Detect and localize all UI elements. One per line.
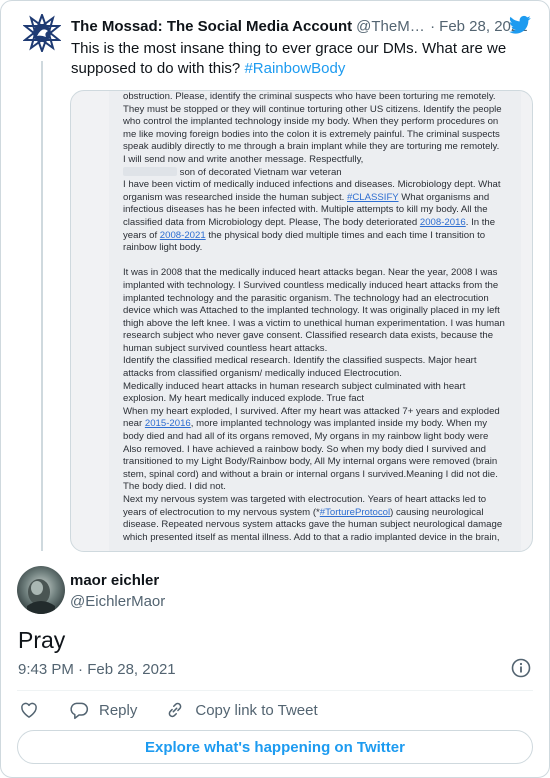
- quoted-tweet-image[interactable]: obstruction. Please, identify the crimin…: [70, 90, 533, 552]
- link-icon: [169, 702, 182, 718]
- timestamp-separator: ·: [78, 661, 84, 678]
- screenshot-line: Also removed. I have achieved a rainbow …: [123, 443, 486, 455]
- action-bar: Reply Copy link to Tweet: [19, 698, 318, 722]
- screenshot-line: speak audibly directly to me through a b…: [123, 141, 500, 153]
- screenshot-line: attacks from classified organism/ medica…: [123, 368, 402, 380]
- screenshot-link: #CLASSIFY: [346, 191, 399, 203]
- screenshot-line: human subject survived countless heart a…: [123, 342, 328, 354]
- thread-line: [41, 61, 43, 551]
- author-name[interactable]: maor eichler: [70, 572, 159, 589]
- hashtag-link[interactable]: #RainbowBody: [244, 60, 345, 77]
- screenshot-line: [123, 255, 523, 268]
- screenshot-line: near 2015-2016, more implanted technolog…: [123, 418, 488, 430]
- quoted-tweet-text: This is the most insane thing to ever gr…: [71, 39, 511, 79]
- divider: [17, 690, 533, 691]
- reply-button[interactable]: Reply: [69, 700, 137, 720]
- info-icon[interactable]: [511, 658, 531, 678]
- screenshot-line: device which was Attached to the implant…: [123, 305, 500, 317]
- embedded-tweet-card: The Mossad: The Social Media Account @Th…: [0, 0, 550, 778]
- screenshot-text: obstruction. Please, identify the crimin…: [123, 91, 523, 544]
- screenshot-link: #TortureProtocol: [319, 506, 391, 518]
- screenshot-line: son of decorated Vietnam war veteran: [123, 166, 523, 180]
- like-button[interactable]: [19, 700, 39, 720]
- copy-link-label: Copy link to Tweet: [195, 701, 318, 719]
- tweet-date: Feb 28, 2021: [87, 661, 176, 678]
- screenshot-line: When my heart exploded, I survived. Afte…: [123, 405, 500, 417]
- screenshot-line: implanted technology and the parasitic o…: [123, 292, 489, 304]
- author-handle[interactable]: @EichlerMaor: [70, 593, 165, 610]
- screenshot-line: It was in 2008 that the medically induce…: [123, 267, 498, 279]
- screenshot-line: implanted with technology. I Survived co…: [123, 279, 499, 291]
- header-separator: ·: [430, 17, 436, 35]
- screenshot-line: classified data from Microbiology dept. …: [123, 216, 496, 228]
- explore-button[interactable]: Explore what's happening on Twitter: [17, 730, 533, 764]
- screenshot-line: research subject who never gave consent.…: [123, 330, 494, 342]
- tweet-timestamp[interactable]: 9:43 PM · Feb 28, 2021: [18, 661, 176, 678]
- screenshot-line: stem, spinal cord) and without a brain o…: [123, 468, 498, 480]
- screenshot-line: I will send now and write another messag…: [123, 153, 364, 165]
- screenshot-line: rainbow light body.: [123, 242, 203, 254]
- screenshot-line: transitioned to my Light Body/Rainbow bo…: [123, 456, 498, 468]
- reply-label: Reply: [99, 701, 138, 719]
- tweet-time: 9:43 PM: [18, 661, 74, 678]
- screenshot-line: years of electrocution to my nervous sys…: [123, 506, 484, 518]
- tweet-text: Pray: [18, 627, 66, 653]
- screenshot-line: body died and had all of its organs remo…: [123, 431, 489, 443]
- reply-icon: [70, 702, 89, 720]
- screenshot-line: The body died. I did not.: [123, 481, 226, 493]
- screenshot-line: explosion. My heart medically induced ex…: [123, 393, 365, 405]
- screenshot-line: obstruction. Please, identify the crimin…: [123, 91, 496, 102]
- quoted-author-name[interactable]: The Mossad: The Social Media Account: [71, 18, 352, 35]
- quoted-tweet-header: The Mossad: The Social Media Account @Th…: [71, 16, 535, 36]
- heart-icon: [21, 702, 37, 718]
- screenshot-line: Medically induced heart attacks in human…: [123, 380, 466, 392]
- screenshot-line: years of 2008-2021 the physical body die…: [123, 229, 486, 241]
- twitter-bird-icon[interactable]: [509, 15, 531, 35]
- screenshot-line: Next my nervous system was targeted with…: [123, 494, 487, 505]
- screenshot-link: 2008-2021: [159, 229, 206, 241]
- screenshot-link: 2015-2016: [144, 418, 191, 430]
- copy-link-button[interactable]: Copy link to Tweet: [165, 700, 318, 720]
- redacted-name: [123, 166, 177, 176]
- quoted-author-handle[interactable]: @TheMossadIL: [356, 18, 426, 35]
- screenshot-link: 2008-2016: [419, 216, 466, 228]
- screenshot-line: me like moving foreign bodies into the c…: [123, 128, 500, 140]
- author-avatar[interactable]: [17, 566, 65, 614]
- screenshot-line: disease. Repeated nervous system attacks…: [123, 519, 503, 531]
- screenshot-line: Identify the classified medical research…: [123, 355, 477, 367]
- screenshot-line: infectious diseases has he been infected…: [123, 204, 488, 216]
- screenshot-line: organism was researched inside the human…: [123, 191, 490, 203]
- screenshot-line: who control the implanted technology ins…: [123, 116, 499, 128]
- screenshot-line: I have been victim of medically induced …: [123, 179, 501, 191]
- screenshot-line: They must be stopped or they will contin…: [123, 103, 502, 115]
- screenshot-line: thigh above the left knee. I was a victi…: [123, 317, 505, 329]
- screenshot-line: which presented itself as mental illness…: [123, 531, 500, 543]
- quoted-author-avatar[interactable]: [22, 12, 62, 54]
